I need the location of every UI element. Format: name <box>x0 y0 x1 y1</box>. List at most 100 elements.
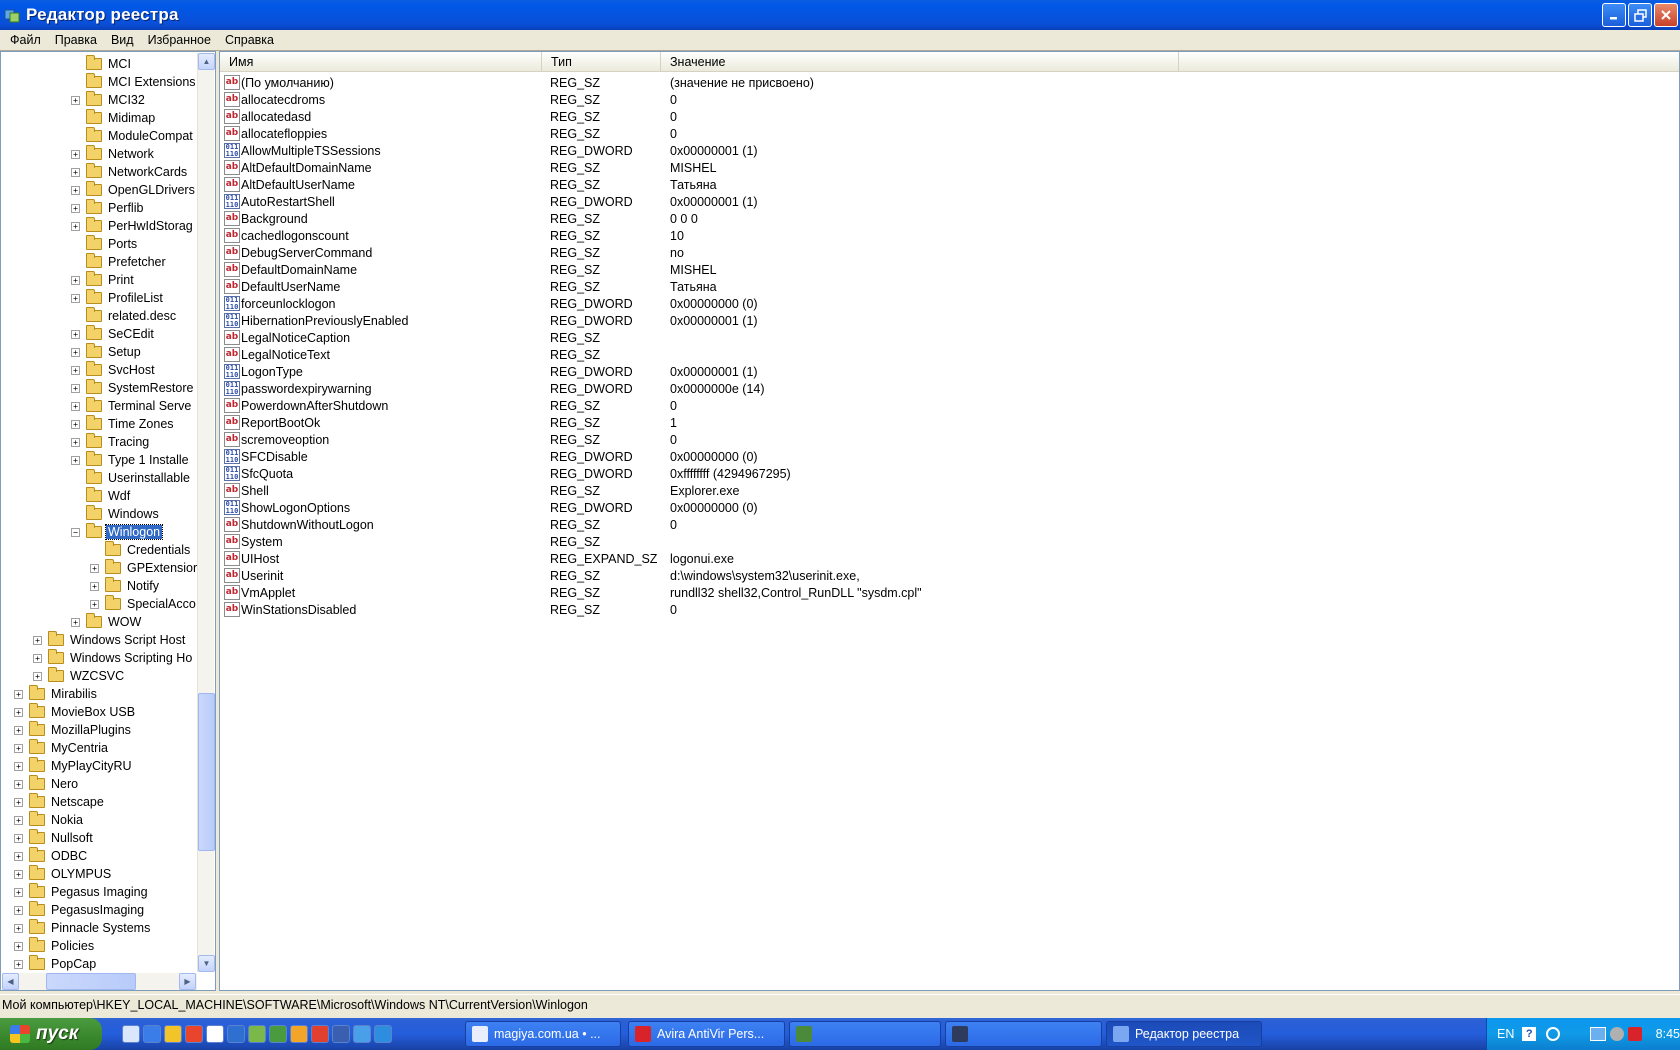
list-row[interactable]: ab ShutdownWithoutLogon REG_SZ 0 <box>220 516 1679 533</box>
list-row[interactable]: ab System REG_SZ <box>220 533 1679 550</box>
tree-node[interactable]: + SvcHost <box>71 361 157 379</box>
list-row[interactable]: ab LegalNoticeText REG_SZ <box>220 346 1679 363</box>
expand-icon[interactable]: + <box>14 725 23 735</box>
tree-node[interactable]: + MovieBox USB <box>14 703 137 721</box>
expand-icon[interactable]: + <box>71 149 80 159</box>
tree-node[interactable]: + Netscape <box>14 793 106 811</box>
tree-node[interactable]: Credentials <box>90 541 192 559</box>
tree-node[interactable]: MCI <box>71 55 133 73</box>
expand-icon[interactable]: + <box>90 581 99 591</box>
menu-file[interactable]: Файл <box>3 33 48 47</box>
hscroll-thumb[interactable] <box>46 973 136 990</box>
list-row[interactable]: ab allocatedasd REG_SZ 0 <box>220 108 1679 125</box>
clock[interactable]: 8:45 <box>1656 1027 1680 1041</box>
column-name[interactable]: Имя <box>220 52 542 72</box>
tree-node[interactable]: + PegasusImaging <box>14 901 146 919</box>
expand-icon[interactable]: + <box>71 221 80 231</box>
list-row[interactable]: ab ReportBootOk REG_SZ 1 <box>220 414 1679 431</box>
list-row[interactable]: 011 110 HibernationPreviouslyEnabled REG_DW… <box>220 312 1679 329</box>
tree-node[interactable]: + MyPlayCityRU <box>14 757 134 775</box>
expand-icon[interactable]: + <box>71 347 80 357</box>
ql-icon-11[interactable] <box>332 1025 350 1043</box>
taskbar-button[interactable]: magiya.com.ua • ... <box>465 1021 621 1047</box>
list-row[interactable]: 011 110 SFCDisable REG_DWORD 0x00000000 (0) <box>220 448 1679 465</box>
tree-node[interactable]: Wdf <box>71 487 132 505</box>
ql-icon-3[interactable] <box>164 1025 182 1043</box>
tree-node[interactable]: + Terminal Serve <box>71 397 193 415</box>
tree-node[interactable]: + Windows Scripting Ho <box>33 649 194 667</box>
tree-node[interactable]: + Nero <box>14 775 80 793</box>
expand-icon[interactable]: + <box>14 905 23 915</box>
tree-node[interactable]: + OLYMPUS <box>14 865 113 883</box>
expand-icon[interactable]: + <box>71 329 80 339</box>
list-row[interactable]: ab VmApplet REG_SZ rundll32 shell32,Control… <box>220 584 1679 601</box>
tree-node[interactable]: + Type 1 Installe <box>71 451 191 469</box>
list-row[interactable]: ab DefaultDomainName REG_SZ MISHEL <box>220 261 1679 278</box>
list-row[interactable]: ab PowerdownAfterShutdown REG_SZ 0 <box>220 397 1679 414</box>
list-row[interactable]: ab DebugServerCommand REG_SZ no <box>220 244 1679 261</box>
list-row[interactable]: 011 110 AutoRestartShell REG_DWORD 0x0000000… <box>220 193 1679 210</box>
tree-node[interactable]: + MCI32 <box>71 91 147 109</box>
tree-node[interactable]: + Print <box>71 271 136 289</box>
column-value[interactable]: Значение <box>661 52 1179 72</box>
expand-icon[interactable]: + <box>33 671 42 681</box>
ql-icon-7[interactable] <box>248 1025 266 1043</box>
ql-icon-10[interactable] <box>311 1025 329 1043</box>
tree-node[interactable]: + GPExtensior <box>90 559 199 577</box>
ql-icon-2[interactable] <box>143 1025 161 1043</box>
expand-icon[interactable]: + <box>71 437 80 447</box>
tree-node[interactable]: + Perflib <box>71 199 145 217</box>
taskbar-button[interactable] <box>789 1021 941 1047</box>
expand-icon[interactable]: + <box>14 761 23 771</box>
list-row[interactable]: ab UIHost REG_EXPAND_SZ logonui.exe <box>220 550 1679 567</box>
list-row[interactable]: ab AltDefaultUserName REG_SZ Татьяна <box>220 176 1679 193</box>
ql-icon-8[interactable] <box>269 1025 287 1043</box>
tree-node[interactable]: + Pegasus Imaging <box>14 883 150 901</box>
close-button[interactable] <box>1654 3 1678 27</box>
scroll-left-button[interactable]: ◀ <box>2 973 19 990</box>
expand-icon[interactable]: + <box>71 185 80 195</box>
monitor-icon[interactable] <box>1590 1027 1606 1041</box>
list-row[interactable]: 011 110 SfcQuota REG_DWORD 0xffffffff (42949… <box>220 465 1679 482</box>
tree-node[interactable]: + ODBC <box>14 847 89 865</box>
tree-node[interactable]: + SpecialAcco <box>90 595 198 613</box>
scroll-up-button[interactable]: ▲ <box>198 53 215 70</box>
tree-node[interactable]: + Nokia <box>14 811 85 829</box>
taskbar-button[interactable]: Avira AntiVir Pers... <box>628 1021 785 1047</box>
tree-node[interactable]: + MyCentria <box>14 739 110 757</box>
expand-icon[interactable]: + <box>14 815 23 825</box>
expand-icon[interactable]: + <box>71 293 80 303</box>
expand-icon[interactable]: + <box>71 401 80 411</box>
list-row[interactable]: ab LegalNoticeCaption REG_SZ <box>220 329 1679 346</box>
tree-node[interactable]: + SystemRestore <box>71 379 195 397</box>
expand-icon[interactable]: + <box>14 689 23 699</box>
scroll-right-button[interactable]: ▶ <box>179 973 196 990</box>
tree-node[interactable]: + WZCSVC <box>33 667 126 685</box>
tree-horizontal-scrollbar[interactable]: ◀ ▶ <box>2 973 197 990</box>
collapse-icon[interactable]: − <box>71 527 80 537</box>
taskbar-button[interactable] <box>945 1021 1102 1047</box>
expand-icon[interactable]: + <box>71 275 80 285</box>
menu-favorites[interactable]: Избранное <box>141 33 218 47</box>
start-button[interactable]: пуск <box>0 1018 102 1050</box>
list-row[interactable]: ab allocatefloppies REG_SZ 0 <box>220 125 1679 142</box>
maximize-button[interactable] <box>1628 3 1652 27</box>
tree-vertical-scrollbar[interactable]: ▲ ▼ <box>197 53 215 972</box>
expand-icon[interactable]: + <box>14 779 23 789</box>
list-row[interactable]: 011 110 AllowMultipleTSSessions REG_DWORD 0x… <box>220 142 1679 159</box>
list-row[interactable]: 011 110 forceunlocklogon REG_DWORD 0x0000000… <box>220 295 1679 312</box>
expand-icon[interactable]: + <box>71 419 80 429</box>
network-icon[interactable] <box>1546 1027 1561 1041</box>
ql-icon-13[interactable] <box>374 1025 392 1043</box>
expand-icon[interactable]: + <box>90 599 99 609</box>
ql-icon-6[interactable] <box>227 1025 245 1043</box>
expand-icon[interactable]: + <box>71 365 80 375</box>
tree-node[interactable]: + Nullsoft <box>14 829 95 847</box>
speaker-icon[interactable] <box>1609 1027 1624 1041</box>
list-row[interactable]: ab scremoveoption REG_SZ 0 <box>220 431 1679 448</box>
avira-tray-icon[interactable] <box>1627 1027 1642 1041</box>
expand-icon[interactable]: + <box>71 383 80 393</box>
tree-node[interactable]: − Winlogon <box>71 523 164 541</box>
tree-node[interactable]: + MozillaPlugins <box>14 721 133 739</box>
tree-node[interactable]: + Time Zones <box>71 415 176 433</box>
